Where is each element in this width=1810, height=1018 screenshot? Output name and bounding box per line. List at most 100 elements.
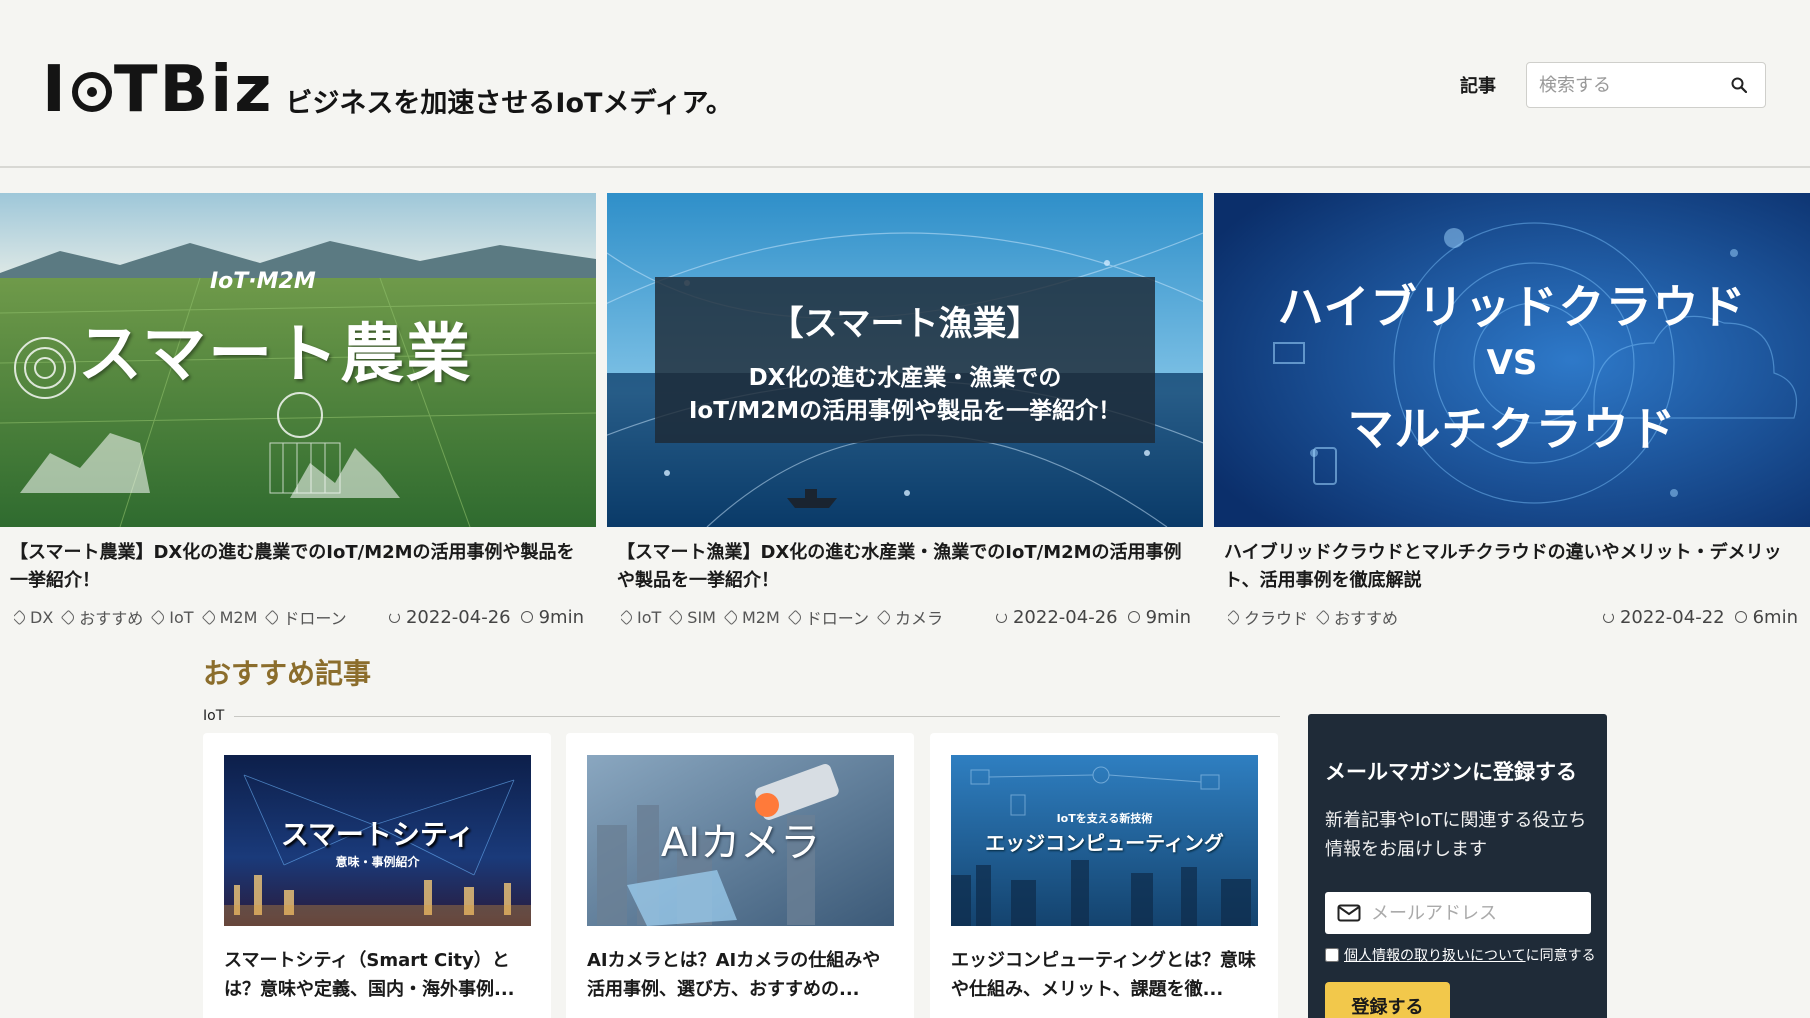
tag[interactable]: M2M	[723, 605, 780, 629]
newsletter-description: 新着記事やIoTに関連する役立ち情報をお届けします	[1325, 810, 1587, 860]
card-image-edge-computing[interactable]: IoTを支える新技術 エッジコンピューティング	[951, 755, 1258, 926]
logo-letter-i: I	[42, 53, 68, 127]
tag[interactable]: クラウド	[1228, 605, 1308, 629]
updated-date: 2022-04-26	[388, 606, 511, 628]
hero-image-caption-sub: マルチクラウド	[1347, 402, 1677, 456]
mail-icon	[1337, 904, 1361, 922]
article-card-edge-computing[interactable]: IoTを支える新技術 エッジコンピューティング エッジコンピューティングとは？意…	[930, 733, 1278, 1018]
tag[interactable]: DX	[14, 605, 53, 629]
card-image-smart-city[interactable]: スマートシティ 意味・事例紹介	[224, 755, 531, 926]
hero-title[interactable]: 【スマート農業】DX化の進む農業でのIoT/M2Mの活用事例や製品を一挙紹介！	[10, 539, 586, 595]
card-title[interactable]: AIカメラとは？AIカメラの仕組みや活用事例、選び方、おすすめの...	[587, 946, 897, 1004]
hero-card-hybrid-cloud[interactable]: ハイブリッドクラウド VS マルチクラウド ハイブリッドクラウドとマルチクラウド…	[1214, 193, 1810, 629]
section-title-recommended: おすすめ記事	[203, 657, 372, 690]
hero-image-caption-main: DX化の進む水産業・漁業での	[748, 365, 1062, 391]
tag[interactable]: M2M	[201, 605, 257, 629]
clock-icon	[1127, 611, 1140, 623]
date-text: 2022-04-26	[1012, 606, 1118, 628]
tag-icon	[265, 609, 281, 625]
tag-icon	[621, 609, 635, 625]
card-image-caption: エッジコンピューティング	[985, 831, 1224, 855]
hero-card-smart-agriculture[interactable]: IoT·M2M スマート農業 【スマート農業】DX化の進む農業でのIoT/M2M…	[0, 193, 596, 629]
tag[interactable]: SIM	[669, 605, 716, 629]
hero-meta: IoT SIM M2M ドローン カメラ 2022-04-26 9min	[621, 605, 1191, 629]
search-input[interactable]	[1527, 63, 1717, 107]
tag-icon	[1315, 609, 1332, 625]
tag-list: DX おすすめ IoT M2M ドローン	[14, 605, 379, 629]
tag-label: おすすめ	[79, 609, 144, 628]
newsletter-title: メールマガジンに登録する	[1325, 760, 1577, 784]
logo-o-icon	[71, 72, 112, 112]
category-heading: IoT	[203, 708, 1280, 724]
nav-articles-link[interactable]: 記事	[1460, 72, 1496, 98]
site-tagline: ビジネスを加速させるIoTメディア。	[285, 88, 733, 119]
hero-image-smart-fishery[interactable]: 【スマート漁業】 DX化の進む水産業・漁業での IoT/M2Mの活用事例や製品を…	[607, 193, 1203, 527]
card-title[interactable]: エッジコンピューティングとは？意味や仕組み、メリット、課題を徹...	[951, 946, 1261, 1004]
tag-icon	[876, 609, 893, 625]
tag-label: カメラ	[894, 609, 943, 628]
category-label[interactable]: IoT	[203, 708, 224, 724]
card-image-caption: スマートシティ	[280, 818, 475, 851]
date-text: 2022-04-26	[405, 606, 511, 628]
hero-image-caption-top: 【スマート漁業】	[769, 304, 1041, 344]
email-field-wrapper	[1325, 892, 1591, 934]
tag-label: SIM	[687, 607, 716, 627]
category-divider	[234, 715, 1280, 717]
site-header: I TBiz ビジネスを加速させるIoTメディア。 記事	[0, 0, 1810, 168]
hero-image-caption-main: スマート農業	[78, 318, 473, 392]
tag-icon	[151, 609, 167, 625]
hero-title[interactable]: 【スマート漁業】DX化の進む水産業・漁業でのIoT/M2Mの活用事例や製品を一挙…	[617, 539, 1193, 595]
card-image-subcaption: IoTを支える新技術	[1056, 812, 1153, 825]
tag-icon	[201, 609, 217, 625]
tag-icon	[723, 609, 740, 625]
tag[interactable]: おすすめ	[1315, 605, 1398, 629]
site-logo[interactable]: I TBiz ビジネスを加速させるIoTメディア。	[42, 58, 733, 122]
tag[interactable]: IoT	[621, 605, 661, 629]
hero-title[interactable]: ハイブリッドクラウドとマルチクラウドの違いやメリット・デメリット、活用事例を徹底…	[1224, 539, 1800, 595]
read-time-text: 6min	[1752, 606, 1798, 628]
search-icon[interactable]	[1731, 77, 1747, 93]
refresh-icon	[995, 611, 1007, 623]
tag-icon	[669, 609, 685, 625]
privacy-policy-link[interactable]: 個人情報の取り扱いについて	[1344, 945, 1526, 965]
tag[interactable]: IoT	[151, 605, 194, 629]
hero-image-hybrid-cloud[interactable]: ハイブリッドクラウド VS マルチクラウド	[1214, 193, 1810, 527]
updated-date: 2022-04-26	[995, 606, 1118, 628]
hero-image-smart-agriculture[interactable]: IoT·M2M スマート農業	[0, 193, 596, 527]
hero-image-caption-top: ハイブリッドクラウド	[1277, 280, 1747, 334]
card-image-caption: AIカメラ	[660, 820, 821, 866]
tag[interactable]: カメラ	[876, 605, 943, 629]
tag-icon	[14, 609, 28, 625]
card-title[interactable]: スマートシティ（Smart City）とは？意味や定義、国内・海外事例...	[224, 946, 534, 1004]
hero-card-smart-fishery[interactable]: 【スマート漁業】 DX化の進む水産業・漁業での IoT/M2Mの活用事例や製品を…	[607, 193, 1203, 629]
logo-letters-tbiz: TBiz	[113, 53, 274, 127]
tag-label: IoT	[637, 607, 662, 627]
tag-list: IoT SIM M2M ドローン カメラ	[621, 605, 986, 629]
subscribe-button[interactable]: 登録する	[1325, 982, 1450, 1018]
updated-date: 2022-04-22	[1602, 606, 1725, 628]
card-image-subcaption: 意味・事例紹介	[335, 855, 420, 869]
tag-label: ドローン	[283, 609, 347, 628]
hero-image-caption-main: VS	[1486, 343, 1538, 383]
tag-list: クラウド おすすめ	[1228, 605, 1593, 629]
clock-icon	[1734, 611, 1747, 623]
tag[interactable]: ドローン	[265, 605, 347, 629]
consent-checkbox[interactable]	[1325, 948, 1339, 962]
tag-label: IoT	[169, 607, 194, 627]
read-time-text: 9min	[1145, 606, 1191, 628]
tag-icon	[787, 609, 804, 625]
email-input[interactable]	[1371, 892, 1581, 934]
newsletter-panel: メールマガジンに登録する 新着記事やIoTに関連する役立ち情報をお届けします 個…	[1308, 714, 1607, 1018]
tag-icon	[1228, 609, 1242, 625]
refresh-icon	[1602, 611, 1614, 623]
hero-meta: DX おすすめ IoT M2M ドローン 2022-04-26 9min	[14, 605, 584, 629]
article-card-smart-city[interactable]: スマートシティ 意味・事例紹介 スマートシティ（Smart City）とは？意味…	[203, 733, 551, 1018]
read-time: 9min	[520, 607, 584, 628]
clock-icon	[520, 611, 533, 623]
card-image-ai-camera[interactable]: AIカメラ	[587, 755, 894, 926]
article-card-ai-camera[interactable]: AIカメラ AIカメラとは？AIカメラの仕組みや活用事例、選び方、おすすめの..…	[566, 733, 914, 1018]
consent-row: 個人情報の取り扱いについて に同意する	[1325, 945, 1596, 965]
tag[interactable]: おすすめ	[61, 605, 144, 629]
date-text: 2022-04-22	[1619, 606, 1725, 628]
tag[interactable]: ドローン	[787, 605, 869, 629]
